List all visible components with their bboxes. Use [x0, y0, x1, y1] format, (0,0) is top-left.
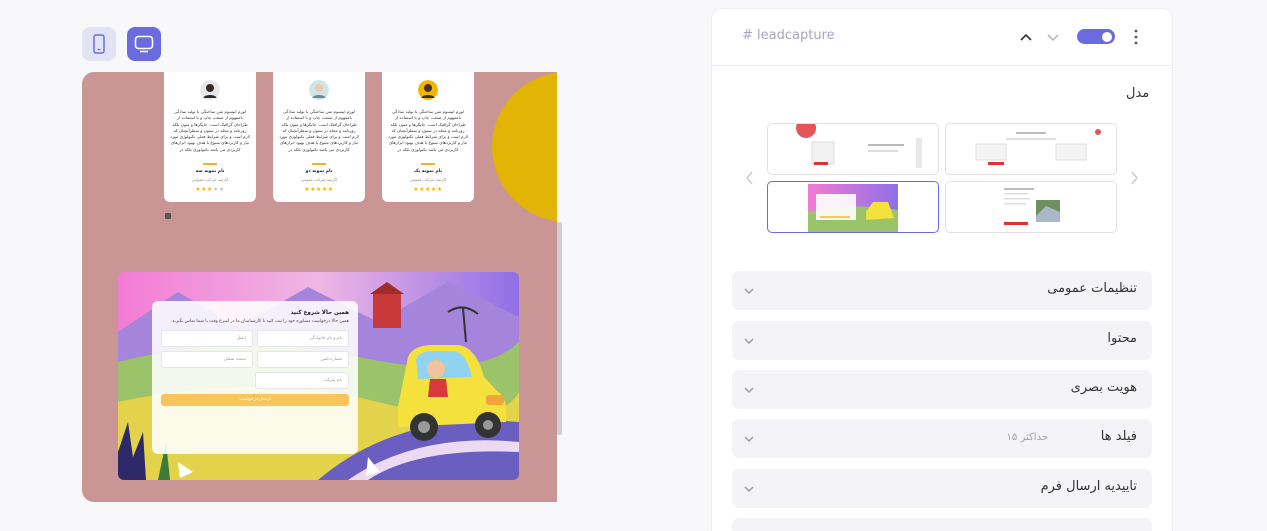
template-thumb-image	[808, 184, 898, 232]
name-field[interactable]: نام و نام خانوادگی	[257, 329, 349, 347]
chevron-down-icon	[744, 288, 754, 294]
rating-stars: ★★★★★	[413, 186, 443, 193]
company-field[interactable]: نام شرکت	[255, 371, 349, 389]
preview-scrollbar[interactable]	[557, 222, 562, 435]
email-field[interactable]: ایمیل	[161, 329, 253, 347]
testimonial-text: لورم ایپسوم متن ساختگی با تولید سادگی نا…	[388, 109, 468, 152]
testimonial-role: کارمند شرکت عمومی	[409, 177, 447, 182]
template-thumb-3-selected[interactable]	[767, 181, 939, 233]
desktop-view-button[interactable]	[127, 27, 161, 61]
name-field-placeholder: نام و نام خانوادگی	[309, 335, 342, 341]
accordion-general-settings[interactable]: تنظیمات عمومی	[732, 271, 1152, 310]
form-title: همین حالا شروع کنید	[290, 310, 349, 316]
chevron-right-icon[interactable]	[1128, 169, 1140, 187]
template-thumb-image	[975, 129, 1101, 165]
testimonial-role: کارمند شرکت عمومی	[300, 177, 338, 182]
enable-toggle[interactable]	[1077, 29, 1115, 44]
accordion-label: تنظیمات عمومی	[1047, 281, 1137, 296]
testimonial-card: لورم ایپسوم متن ساختگی با تولید سادگی نا…	[273, 72, 365, 202]
accordion-form-confirmation[interactable]: تاییدیه ارسال فرم	[732, 469, 1152, 508]
chevron-down-icon	[744, 436, 754, 442]
template-thumb-1[interactable]	[767, 123, 939, 175]
chevron-down-icon	[744, 486, 754, 492]
lead-form: همین حالا شروع کنید همین حالا درخواست مش…	[152, 301, 358, 454]
accordion-visual-identity[interactable]: هویت بصری	[732, 370, 1152, 409]
accordion-label: فیلد ها	[1100, 429, 1137, 444]
accordion-content[interactable]: محتوا	[732, 321, 1152, 360]
avatar	[200, 80, 220, 100]
service-select[interactable]: سمت شغلی	[161, 350, 253, 368]
phone-field[interactable]: شماره تلفن	[257, 350, 349, 368]
email-field-placeholder: ایمیل	[236, 335, 246, 341]
lead-capture-editor: لورم ایپسوم متن ساختگی با تولید سادگی نا…	[0, 0, 1267, 531]
template-preview: لورم ایپسوم متن ساختگی با تولید سادگی نا…	[82, 72, 557, 502]
divider	[421, 163, 435, 165]
accordion-label: تاییدیه ارسال فرم	[1040, 479, 1137, 494]
service-select-placeholder: سمت شغلی	[223, 356, 246, 362]
chevron-up-icon[interactable]	[1018, 28, 1034, 46]
rating-stars: ★★★★★	[304, 186, 334, 193]
mobile-view-button[interactable]	[82, 27, 116, 61]
accordion-fields[interactable]: فیلد ها حداکثر ۱۵	[732, 419, 1152, 458]
testimonial-card: لورم ایپسوم متن ساختگی با تولید سادگی نا…	[382, 72, 474, 202]
slider-dot[interactable]	[165, 213, 171, 219]
panel-header: # leadcapture	[712, 9, 1172, 66]
divider	[203, 163, 217, 165]
chevron-down-icon	[744, 338, 754, 344]
testimonial-name: نام نمونه سه	[195, 169, 225, 174]
phone-field-placeholder: شماره تلفن	[320, 356, 342, 362]
template-thumb-image	[1004, 188, 1060, 225]
model-section-title: مدل	[1126, 86, 1150, 101]
accordion-sublabel: حداکثر ۱۵	[1006, 432, 1048, 443]
template-thumb-image	[796, 124, 922, 168]
avatar	[309, 80, 329, 100]
chevron-down-icon	[744, 387, 754, 393]
testimonial-card: لورم ایپسوم متن ساختگی با تولید سادگی نا…	[164, 72, 256, 202]
divider	[312, 163, 326, 165]
mobile-icon	[93, 34, 105, 54]
chevron-left-icon[interactable]	[744, 169, 756, 187]
form-description: همین حالا درخواست مشاوره خود را ثبت کنید…	[170, 319, 349, 324]
settings-panel: # leadcapture مدل تنظیمات عمومی محتوا هو…	[712, 9, 1172, 531]
testimonial-name: نام نمونه یک	[413, 169, 443, 174]
chevron-down-icon[interactable]	[1045, 28, 1061, 46]
element-tag: # leadcapture	[742, 28, 835, 43]
testimonial-text: لورم ایپسوم متن ساختگی با تولید سادگی نا…	[279, 109, 359, 152]
accordion-label: محتوا	[1107, 331, 1137, 346]
accordion-next[interactable]	[732, 518, 1152, 531]
toggle-knob	[1102, 31, 1112, 42]
testimonial-text: لورم ایپسوم متن ساختگی با تولید سادگی نا…	[170, 109, 250, 152]
submit-button[interactable]: ارسال درخواست	[161, 393, 349, 406]
decorative-circle	[492, 72, 557, 222]
avatar	[418, 80, 438, 100]
more-options-icon[interactable]	[1130, 28, 1142, 46]
testimonial-name: نام نمونه دو	[305, 169, 333, 174]
testimonial-role: کارمند شرکت عمومی	[191, 177, 229, 182]
rating-stars: ★★★★★	[195, 186, 225, 193]
template-thumb-4[interactable]	[945, 181, 1117, 233]
desktop-icon	[134, 35, 154, 53]
accordion-label: هویت بصری	[1070, 380, 1137, 395]
company-field-placeholder: نام شرکت	[323, 377, 342, 383]
template-thumb-2[interactable]	[945, 123, 1117, 175]
